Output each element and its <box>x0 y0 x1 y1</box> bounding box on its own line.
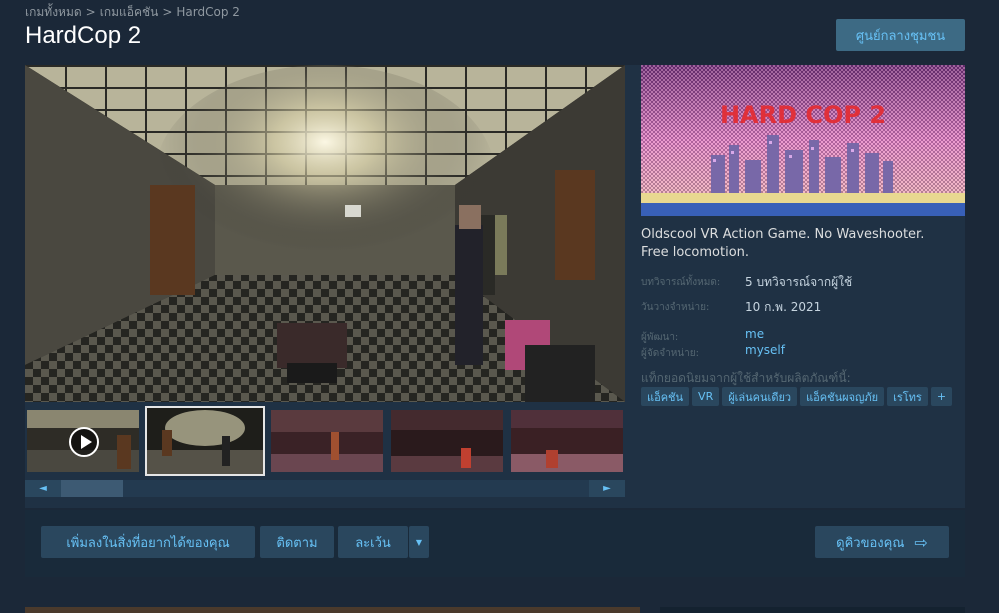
breadcrumb-action-games[interactable]: เกมแอ็คชัน <box>100 5 159 19</box>
thumbnail-strip <box>25 406 625 476</box>
tag-vr[interactable]: VR <box>692 387 720 406</box>
header-capsule-image: HARD COP 2 <box>641 65 965 216</box>
tag-singleplayer[interactable]: ผู้เล่นคนเดียว <box>722 387 798 406</box>
action-bar: เพิ่มลงในสิ่งที่อยากได้ของคุณ ติดตาม ละเ… <box>25 510 965 577</box>
screenshot-thumbnail[interactable] <box>145 406 265 476</box>
play-icon <box>69 427 99 457</box>
bottom-divider <box>25 607 640 613</box>
publisher-label: ผู้จัดจำหน่าย: <box>641 348 699 359</box>
main-screenshot[interactable] <box>25 65 625 402</box>
ignore-dropdown-button[interactable]: ▼ <box>409 526 429 558</box>
screenshot-thumbnail[interactable] <box>389 408 505 474</box>
developer-link[interactable]: me <box>745 327 764 341</box>
publisher-link[interactable]: myself <box>745 343 785 357</box>
screenshot-thumbnail[interactable] <box>269 408 385 474</box>
breadcrumb-separator: > <box>85 5 96 19</box>
tag-retro[interactable]: เรโทร <box>887 387 928 406</box>
screenshot-thumbnail[interactable] <box>509 408 625 474</box>
release-date-label: วันวางจำหน่าย: <box>641 302 710 313</box>
tag-action-adventure[interactable]: แอ็คชันผจญภัย <box>800 387 885 406</box>
breadcrumb: เกมทั้งหมด > เกมแอ็คชัน > HardCop 2 <box>25 3 240 22</box>
community-hub-button[interactable]: ศูนย์กลางชุมชน <box>836 19 965 51</box>
tags-label: แท็กยอดนิยมจากผู้ใช้สำหรับผลิตภัณฑ์นี้: <box>641 371 851 385</box>
view-queue-button[interactable]: ดูคิวของคุณ ⇨ <box>815 526 949 558</box>
scroll-handle[interactable] <box>61 480 123 497</box>
reviews-value[interactable]: 5 บทวิจารณ์จากผู้ใช้ <box>745 273 852 292</box>
follow-button[interactable]: ติดตาม <box>260 526 334 558</box>
reviews-label: บทวิจารณ์ทั้งหมด: <box>641 277 721 288</box>
ignore-button[interactable]: ละเว้น <box>338 526 408 558</box>
release-date-value: 10 ก.พ. 2021 <box>745 300 822 314</box>
arrow-right-icon: ⇨ <box>914 532 928 552</box>
breadcrumb-separator: > <box>162 5 173 19</box>
capsule-title: HARD COP 2 <box>720 101 886 129</box>
developer-label: ผู้พัฒนา: <box>641 332 679 343</box>
scroll-left-button[interactable]: ◄ <box>25 480 61 497</box>
thumbnail-scrollbar[interactable]: ◄ ► <box>25 480 625 497</box>
view-queue-label: ดูคิวของคุณ <box>836 535 905 551</box>
tag-more-button[interactable]: + <box>930 387 953 406</box>
breadcrumb-current[interactable]: HardCop 2 <box>176 5 240 19</box>
add-to-wishlist-button[interactable]: เพิ่มลงในสิ่งที่อยากได้ของคุณ <box>41 526 255 558</box>
game-description: Oldscool VR Action Game. No Waveshooter.… <box>641 227 925 260</box>
tag-list: แอ็คชัน VR ผู้เล่นคนเดียว แอ็คชันผจญภัย … <box>641 387 953 406</box>
bottom-divider <box>660 607 965 613</box>
scroll-right-button[interactable]: ► <box>589 480 625 497</box>
tag-action[interactable]: แอ็คชัน <box>641 387 690 406</box>
video-thumbnail[interactable] <box>25 408 141 474</box>
page-title: HardCop 2 <box>25 22 142 49</box>
breadcrumb-all-games[interactable]: เกมทั้งหมด <box>25 5 82 19</box>
